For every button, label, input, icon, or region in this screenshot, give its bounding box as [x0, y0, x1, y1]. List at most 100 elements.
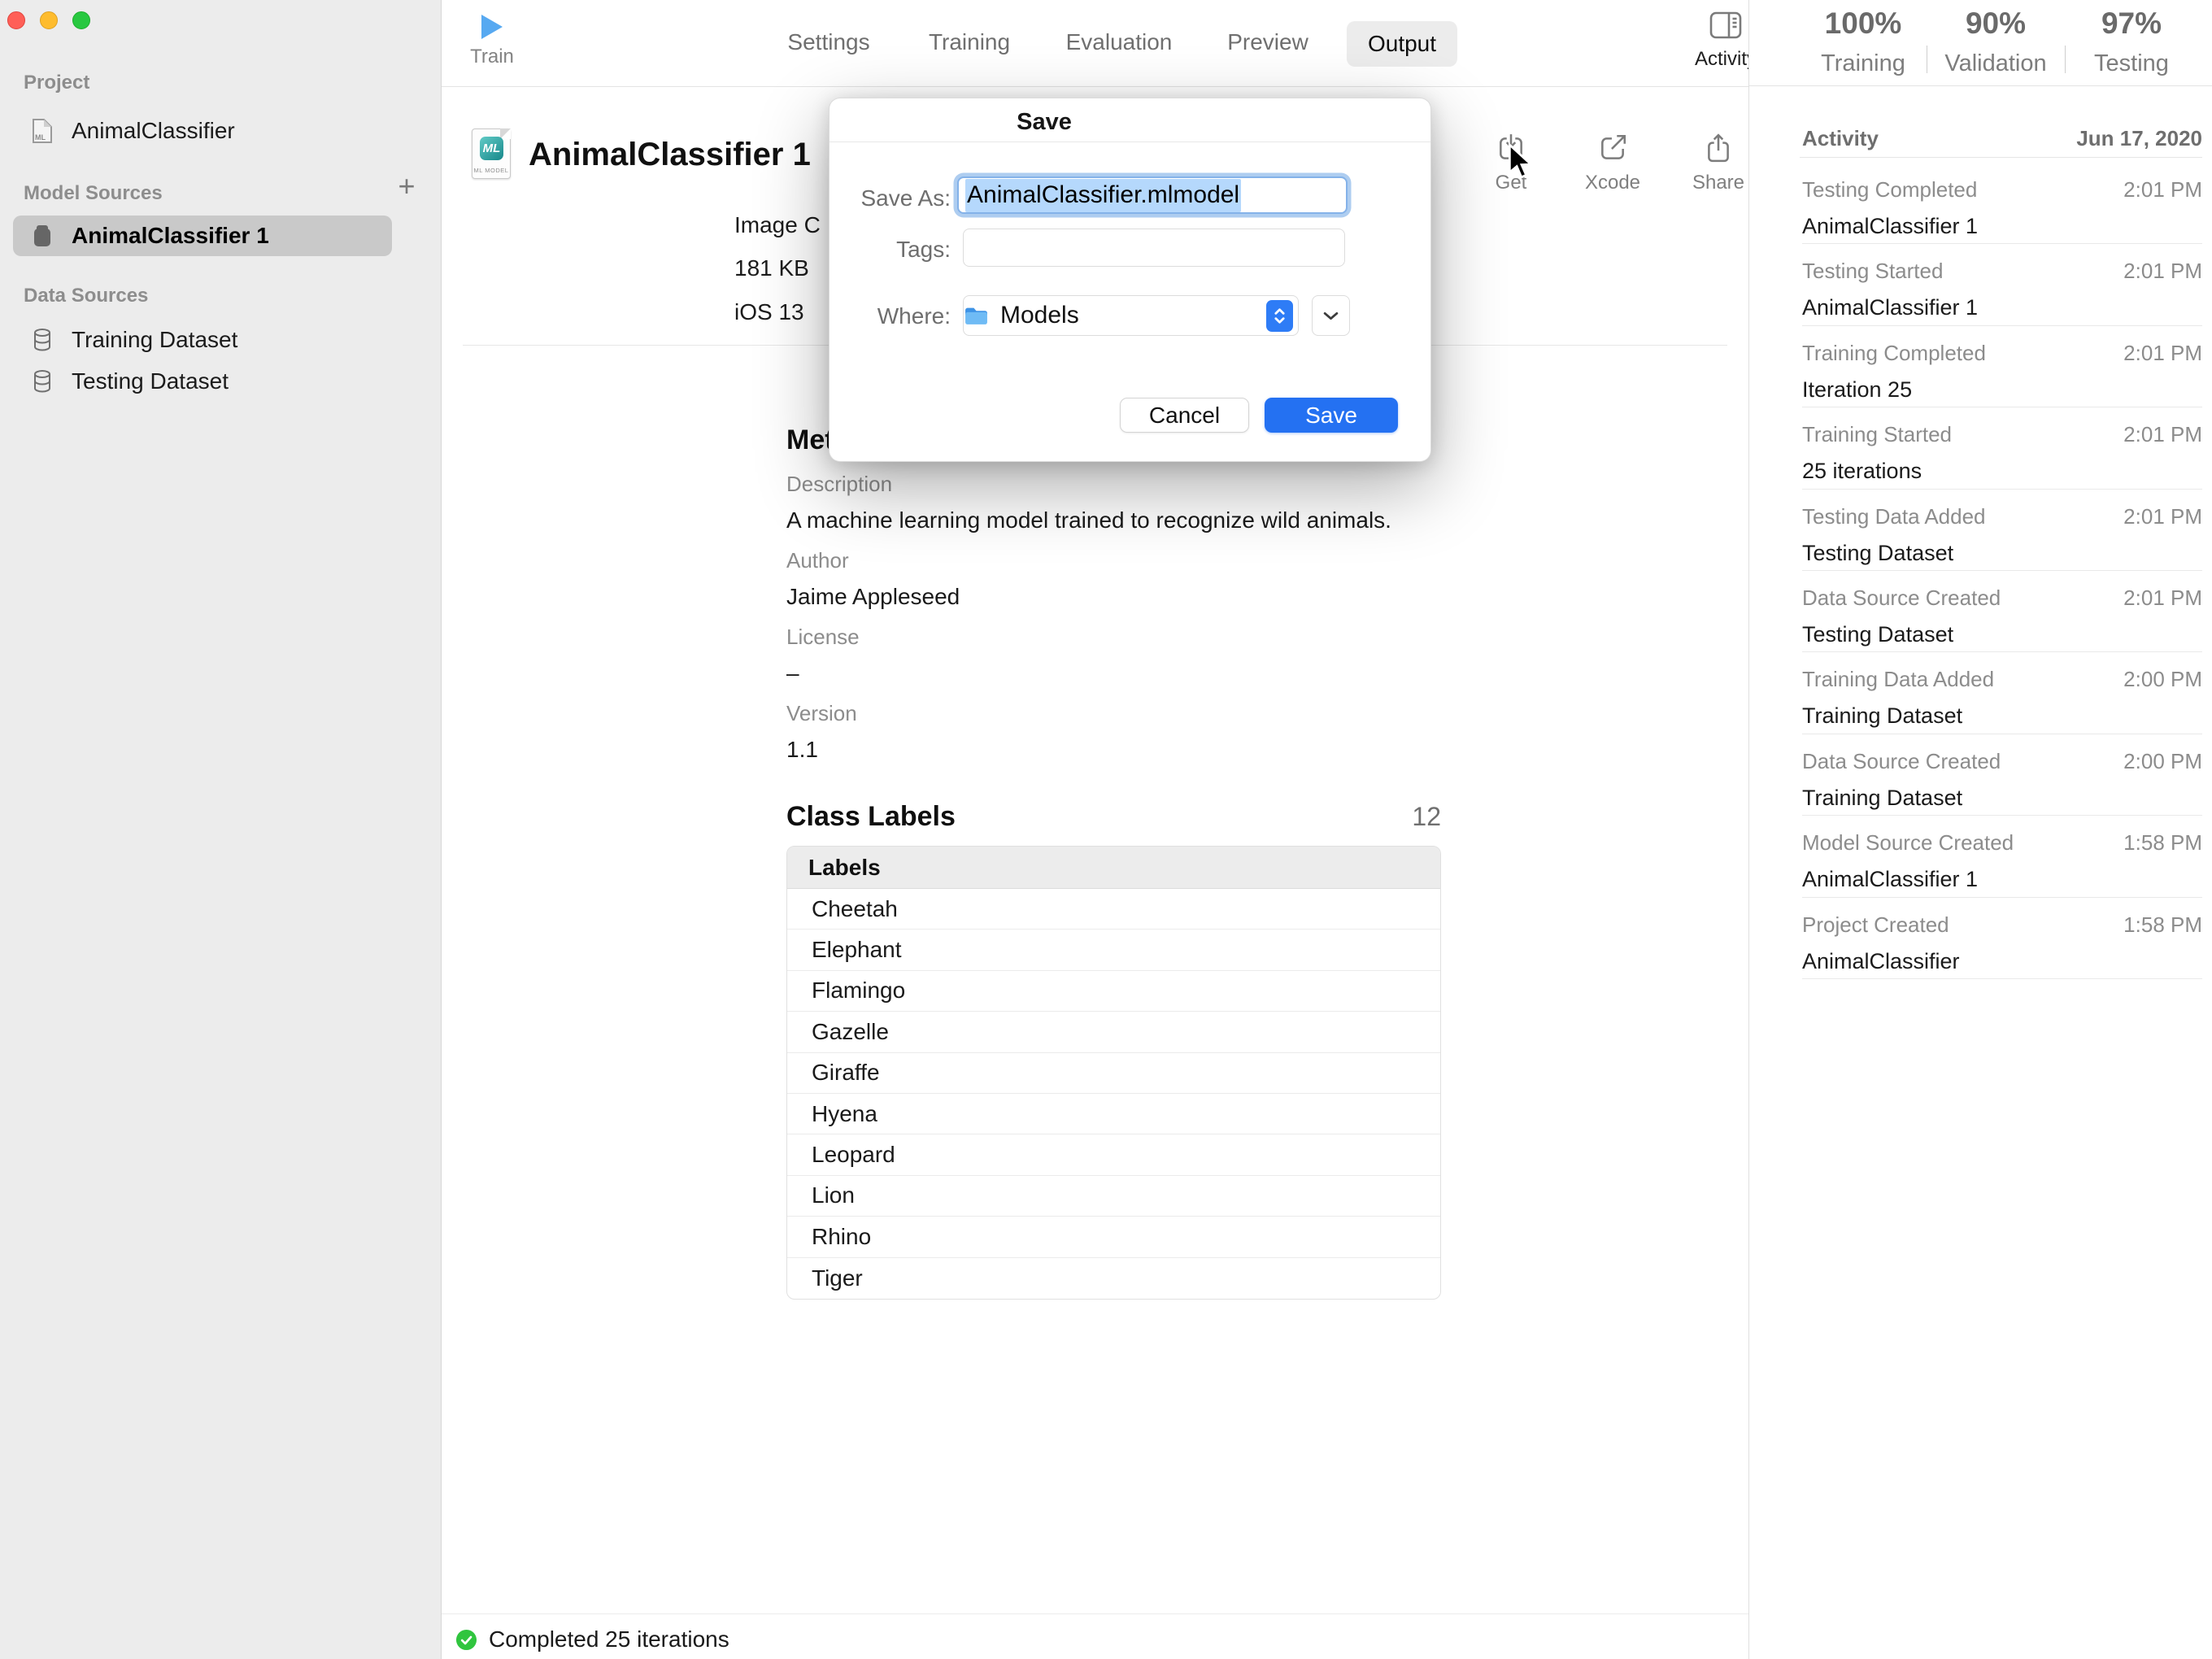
table-row[interactable]: Flamingo [787, 971, 1440, 1012]
table-row[interactable]: Lion [787, 1176, 1440, 1217]
sidebar-item-label: Testing Dataset [72, 368, 229, 394]
where-value: Models [1000, 302, 1079, 329]
database-icon [13, 328, 72, 352]
activity-event[interactable]: Testing Data Added 2:01 PM Testing Datas… [1802, 490, 2202, 571]
sidebar-item-model-source[interactable]: AnimalClassifier 1 [13, 216, 392, 256]
event-subtitle: AnimalClassifier 1 [1802, 214, 2202, 239]
event-title: Training Data Added [1802, 667, 1994, 692]
sidebar-item-project[interactable]: ML AnimalClassifier [13, 111, 392, 151]
window-controls [7, 11, 90, 29]
sidebar-item-label: AnimalClassifier [72, 118, 235, 144]
selected-filename-text: AnimalClassifier.mlmodel [965, 179, 1241, 212]
cancel-button[interactable]: Cancel [1120, 398, 1249, 433]
expand-dialog-button[interactable] [1312, 295, 1350, 336]
table-column-header: Labels [787, 847, 1440, 889]
event-subtitle: Iteration 25 [1802, 377, 2202, 403]
event-time: 2:01 PM [2123, 177, 2202, 202]
activity-event[interactable]: Training Data Added 2:00 PM Training Dat… [1802, 652, 2202, 734]
event-subtitle: Training Dataset [1802, 786, 2202, 811]
event-title: Training Completed [1802, 341, 1986, 366]
status-text: Completed 25 iterations [489, 1626, 729, 1652]
create-ml-window: Project ML AnimalClassifier Model Source… [0, 0, 2212, 1659]
table-row[interactable]: Gazelle [787, 1012, 1440, 1052]
tab-settings[interactable]: Settings [787, 29, 869, 55]
xcode-button[interactable]: Xcode [1564, 133, 1661, 194]
event-time: 2:01 PM [2123, 341, 2202, 366]
event-time: 2:01 PM [2123, 422, 2202, 447]
metadata-description: Description A machine learning model tra… [786, 472, 1391, 533]
event-title: Data Source Created [1802, 586, 2001, 611]
play-icon [481, 15, 503, 39]
class-labels-header: Class Labels 12 [786, 801, 1441, 833]
activity-event[interactable]: Project Created 1:58 PM AnimalClassifier [1802, 898, 2202, 979]
sidebar-item-dataset[interactable]: Training Dataset [13, 319, 392, 360]
sidebar-item-dataset[interactable]: Testing Dataset [13, 360, 392, 402]
status-bar-divider [442, 1613, 1748, 1614]
table-row[interactable]: Cheetah [787, 889, 1440, 930]
table-row[interactable]: Elephant [787, 930, 1440, 970]
add-model-source-button[interactable]: + [392, 172, 421, 202]
activity-event[interactable]: Testing Started 2:01 PM AnimalClassifier… [1802, 244, 2202, 325]
event-title: Testing Data Added [1802, 504, 1986, 529]
data-sources-section-header: Data Sources [24, 285, 148, 307]
event-time: 2:01 PM [2123, 504, 2202, 529]
save-as-input[interactable]: AnimalClassifier.mlmodel [957, 176, 1348, 214]
tab-training[interactable]: Training [929, 29, 1010, 55]
event-time: 2:00 PM [2123, 749, 2202, 774]
class-labels-count: 12 [1412, 802, 1441, 832]
class-labels-heading: Class Labels [786, 801, 956, 833]
mouse-cursor [1504, 143, 1539, 181]
chevron-down-icon [1323, 311, 1339, 320]
sidebar: Project ML AnimalClassifier Model Source… [0, 0, 442, 1659]
save-button[interactable]: Save [1265, 398, 1398, 433]
where-dropdown[interactable]: Models [963, 295, 1299, 336]
activity-event[interactable]: Training Started 2:01 PM 25 iterations [1802, 407, 2202, 489]
activity-event[interactable]: Testing Completed 2:01 PM AnimalClassifi… [1802, 163, 2202, 244]
page-title: AnimalClassifier 1 [529, 137, 811, 173]
zoom-window-button[interactable] [72, 11, 90, 29]
activity-panel: 100% Training 90% Validation 97% Testing… [1748, 0, 2212, 1659]
data-sources-list: Training Dataset Testing Dataset [13, 319, 392, 402]
activity-event[interactable]: Training Completed 2:01 PM Iteration 25 [1802, 326, 2202, 407]
tab-evaluation[interactable]: Evaluation [1066, 29, 1173, 55]
model-icon [13, 224, 72, 247]
train-button[interactable]: Train [459, 13, 525, 68]
event-subtitle: AnimalClassifier 1 [1802, 867, 2202, 892]
activity-date: Jun 17, 2020 [2076, 126, 2202, 151]
stat-training: 100% Training [1786, 0, 1940, 77]
event-time: 1:58 PM [2123, 912, 2202, 938]
table-row[interactable]: Hyena [787, 1094, 1440, 1134]
activity-event[interactable]: Data Source Created 2:01 PM Testing Data… [1802, 571, 2202, 652]
stat-testing: 97% Testing [2054, 0, 2209, 77]
table-body: Cheetah Elephant Flamingo Gazelle Giraff… [787, 889, 1440, 1299]
event-title: Training Started [1802, 422, 1952, 447]
dropdown-stepper[interactable] [1266, 300, 1293, 332]
event-time: 2:00 PM [2123, 667, 2202, 692]
status-bar: Completed 25 iterations [455, 1626, 729, 1652]
minimize-window-button[interactable] [40, 11, 58, 29]
table-row[interactable]: Leopard [787, 1134, 1440, 1175]
event-subtitle: AnimalClassifier 1 [1802, 295, 2202, 320]
tab-preview[interactable]: Preview [1227, 29, 1308, 55]
event-title: Testing Started [1802, 259, 1943, 284]
table-row[interactable]: Rhino [787, 1217, 1440, 1257]
table-row[interactable]: Tiger [787, 1258, 1440, 1299]
activity-events-list: Testing Completed 2:01 PM AnimalClassifi… [1802, 163, 2202, 979]
metadata-author: Author Jaime Appleseed [786, 548, 960, 610]
close-window-button[interactable] [7, 11, 25, 29]
check-circle-icon [455, 1629, 477, 1651]
activity-event[interactable]: Data Source Created 2:00 PM Training Dat… [1802, 734, 2202, 816]
activity-list-header: Activity Jun 17, 2020 [1802, 126, 2202, 151]
accuracy-stats: 100% Training 90% Validation 97% Testing [1749, 0, 2212, 86]
tab-output[interactable]: Output [1347, 21, 1457, 67]
event-title: Project Created [1802, 912, 1949, 938]
dialog-title: Save [830, 109, 1259, 136]
activity-event[interactable]: Model Source Created 1:58 PM AnimalClass… [1802, 816, 2202, 897]
tags-label: Tags: [830, 237, 951, 263]
event-subtitle: Testing Dataset [1802, 622, 2202, 647]
tags-input[interactable] [963, 229, 1345, 267]
save-as-label: Save As: [830, 185, 951, 211]
metadata-version: Version 1.1 [786, 701, 857, 763]
table-row[interactable]: Giraffe [787, 1053, 1440, 1094]
event-title: Data Source Created [1802, 749, 2001, 774]
